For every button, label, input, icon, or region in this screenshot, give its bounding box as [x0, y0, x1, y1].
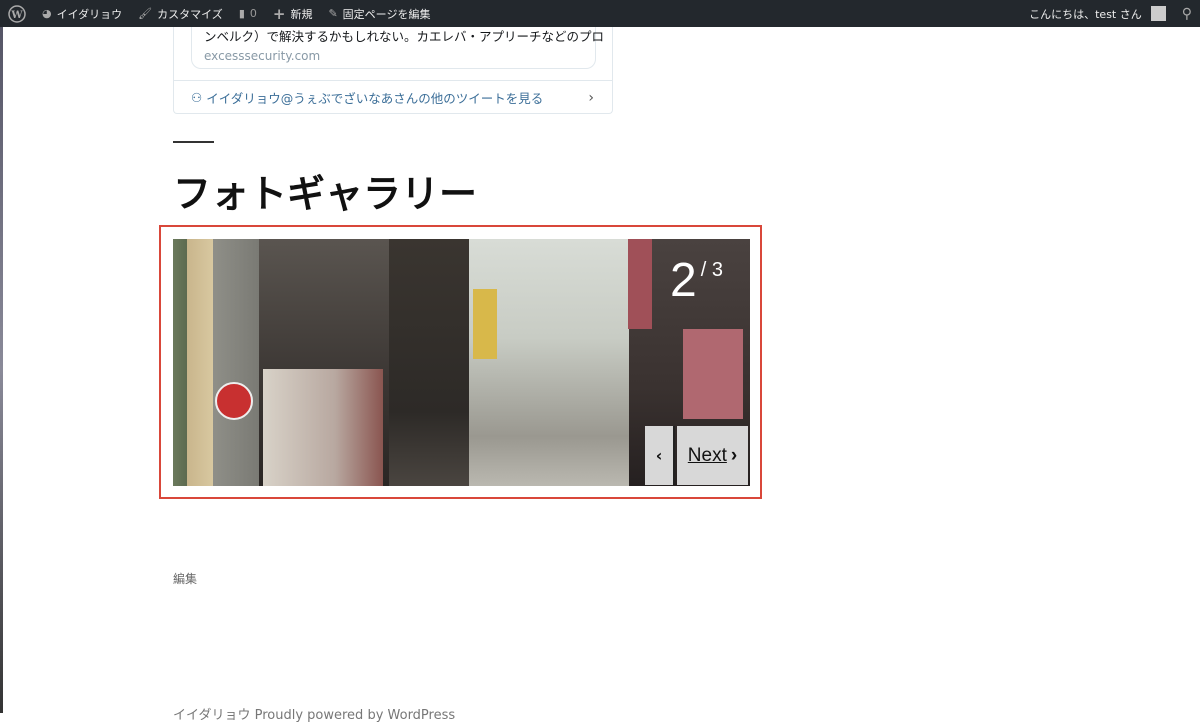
plus-icon: + — [272, 4, 286, 23]
admin-bar: W ◕ イイダリョウ 🖌 カスタマイズ ▮ 0 + 新規 ✎ 固定ページを編集 … — [0, 0, 1200, 27]
chevron-right-icon: › — [730, 444, 738, 466]
person-icon: ⚇ — [191, 90, 203, 105]
current-slide: 2 — [670, 254, 697, 307]
comments-count: 0 — [249, 7, 257, 20]
pencil-icon: ✎ — [328, 7, 338, 20]
customize-label: カスタマイズ — [157, 7, 223, 21]
customize-menu[interactable]: 🖌 カスタマイズ — [130, 0, 231, 27]
more-tweets-label: イイダリョウ@うぇぶでざいなあさんの他のツイートを見る — [206, 91, 544, 106]
comments-menu[interactable]: ▮ 0 — [231, 0, 265, 27]
account-menu[interactable]: こんにちは、test さん — [1021, 0, 1174, 27]
dashboard-icon: ◕ — [42, 7, 52, 20]
site-name: イイダリョウ — [56, 7, 123, 21]
link-preview-card[interactable]: ンベルク）で解決するかもしれない。カエレバ・アプリーチなどのプロ excesss… — [191, 27, 605, 69]
comment-icon: ▮ — [238, 7, 245, 20]
wordpress-logo-menu[interactable]: W — [0, 0, 34, 27]
previous-button[interactable]: ‹ — [645, 426, 675, 485]
preview-text: ンベルク）で解決するかもしれない。カエレバ・アプリーチなどのプロ — [204, 29, 605, 44]
total-slides: / 3 — [700, 259, 723, 281]
site-footer: イイダリョウ Proudly powered by WordPress — [173, 708, 456, 723]
edit-page-label: 固定ページを編集 — [342, 7, 431, 21]
avatar — [1150, 6, 1166, 21]
page-title: フォトギャラリー — [173, 172, 478, 216]
separator — [173, 141, 214, 143]
edit-page-menu[interactable]: ✎ 固定ページを編集 — [320, 0, 438, 27]
svg-text:W: W — [10, 10, 23, 21]
new-content-menu[interactable]: + 新規 — [265, 0, 321, 27]
chevron-left-icon: ‹ — [655, 446, 663, 465]
site-name-menu[interactable]: ◕ イイダリョウ — [34, 0, 130, 27]
window-edge — [0, 27, 3, 713]
more-tweets-link[interactable]: ⚇ イイダリョウ@うぇぶでざいなあさんの他のツイートを見る › — [191, 88, 594, 107]
slide-counter: 2/ 3 — [670, 253, 723, 308]
divider — [174, 80, 612, 81]
new-label: 新規 — [290, 7, 313, 21]
brush-icon: 🖌 — [138, 7, 153, 20]
next-button[interactable]: Next › — [677, 426, 748, 485]
next-label: Next — [687, 444, 727, 466]
search-icon: ⚲ — [1181, 5, 1192, 22]
preview-domain: excesssecurity.com — [204, 49, 321, 63]
search-button[interactable]: ⚲ — [1174, 0, 1200, 27]
chevron-right-icon: › — [588, 89, 594, 106]
wordpress-icon: W — [8, 4, 26, 23]
edit-link[interactable]: 編集 — [173, 570, 197, 587]
greeting: こんにちは、test さん — [1029, 7, 1142, 21]
embedded-tweet: ンベルク）で解決するかもしれない。カエレバ・アプリーチなどのプロ excesss… — [173, 27, 613, 114]
